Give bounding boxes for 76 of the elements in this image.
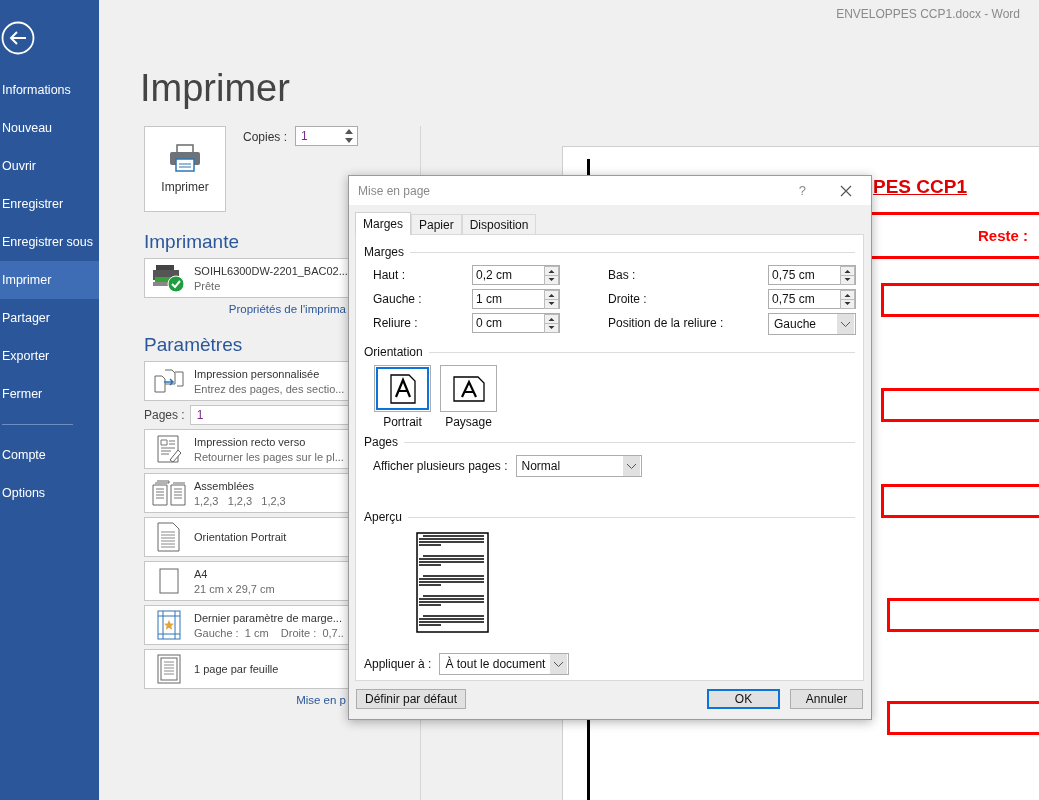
spin-field[interactable]: 1 cm — [472, 289, 560, 309]
portrait-letter-page-icon — [388, 372, 417, 405]
orientation-option[interactable] — [440, 365, 497, 412]
chevron-down-icon[interactable] — [622, 456, 640, 476]
remaining-label: Reste : — [978, 227, 1029, 244]
spinner-arrows-icon[interactable] — [344, 127, 355, 145]
field-label: Reliure : — [373, 315, 419, 332]
tab[interactable]: Papier — [411, 214, 462, 234]
sidebar-item[interactable]: Nouveau — [0, 109, 99, 147]
group-heading: Orientation — [364, 345, 423, 359]
setting-title: Orientation Portrait — [194, 531, 287, 543]
page-title: Imprimer — [140, 66, 291, 111]
tab[interactable]: Disposition — [461, 214, 537, 234]
dialog-button[interactable]: Définir par défaut — [356, 689, 467, 709]
sidebar-item[interactable]: Options — [0, 474, 99, 512]
orientation-label: Paysage — [445, 415, 492, 429]
orientation-option[interactable] — [374, 365, 431, 412]
dialog-title: Mise en page — [358, 183, 432, 198]
printer-status: Prête — [194, 279, 222, 292]
tab[interactable]: Marges — [355, 212, 411, 235]
sidebar-item[interactable]: Partager — [0, 299, 99, 337]
chevron-down-icon[interactable] — [837, 314, 854, 334]
print-button[interactable]: Imprimer — [144, 126, 226, 212]
setting-title: 1 page par feuille — [194, 663, 279, 675]
spin-field[interactable]: 0,2 cm — [472, 265, 560, 285]
dropdown[interactable]: À tout le document — [439, 653, 570, 675]
document-heading: PES CCP1 — [873, 176, 967, 198]
spinner-arrows-icon[interactable] — [840, 265, 855, 285]
copies-label: Copies : — [243, 130, 288, 144]
setting-subtitle: 21 cm x 29,7 cm — [194, 582, 275, 595]
setting-title: Impression recto verso — [194, 435, 307, 448]
sidebar-item[interactable]: Ouvrir — [0, 147, 99, 185]
setting-title: Assemblées — [194, 479, 255, 492]
dialog-button[interactable]: Annuler — [790, 689, 863, 709]
printer-icon — [169, 144, 201, 172]
field-label: Droite : — [608, 291, 648, 308]
spinner-arrows-icon[interactable] — [840, 289, 855, 309]
field-label: Position de la reliure : — [608, 315, 725, 332]
sidebar-item[interactable]: Imprimer — [0, 261, 99, 299]
group-heading: Pages — [364, 435, 399, 449]
setting-subtitle: Entrez des pages, des sectio... — [194, 382, 345, 395]
sidebar-item[interactable]: Compte — [0, 436, 99, 474]
section-heading: Paramètres — [144, 334, 243, 356]
spinner-arrows-icon[interactable] — [544, 289, 559, 309]
setting-subtitle: Retourner les pages sur le pl... — [194, 450, 344, 463]
close-icon[interactable] — [840, 184, 852, 197]
dropdown[interactable]: Normal — [515, 455, 642, 477]
sidebar-item[interactable]: Informations — [0, 71, 99, 109]
sidebar-item[interactable]: Enregistrer sous — [0, 223, 99, 261]
pages-label: Pages : — [144, 408, 185, 422]
dropdown[interactable]: Gauche — [768, 313, 856, 335]
setting-title: A4 — [194, 567, 209, 580]
page-setup-link[interactable]: Mise en p — [296, 694, 346, 706]
spin-field[interactable]: 0,75 cm — [768, 265, 856, 285]
sidebar-item[interactable]: Exporter — [0, 337, 99, 375]
spin-field[interactable]: 0,75 cm — [768, 289, 856, 309]
spinner-arrows-icon[interactable] — [544, 313, 559, 333]
section-heading: Imprimante — [144, 231, 240, 253]
sidebar-item[interactable]: Enregistrer — [0, 185, 99, 223]
field-label: Bas : — [608, 267, 637, 284]
printer-properties-link[interactable]: Propriétés de l'imprima — [228, 303, 346, 315]
landscape-letter-page-icon — [451, 374, 486, 403]
group-heading: Marges — [364, 245, 404, 259]
window-title: ENVELOPPES CCP1.docx - Word — [836, 7, 1020, 21]
setting-subtitle: Gauche : 1 cm Droite : 0,7.. — [194, 626, 344, 639]
copies-field[interactable]: 1 — [295, 126, 359, 146]
chevron-down-icon[interactable] — [550, 654, 568, 674]
spinner-arrows-icon[interactable] — [544, 265, 559, 285]
setting-title: Impression personnalisée — [194, 367, 321, 380]
printer-name: SOIHL6300DW-2201_BAC02... — [194, 264, 348, 277]
help-button[interactable]: ? — [798, 183, 806, 198]
sidebar-item[interactable]: Fermer — [0, 375, 99, 413]
setting-title: Dernier paramètre de marge... — [194, 611, 343, 624]
spin-field[interactable]: 0 cm — [472, 313, 560, 333]
setting-subtitle: 1,2,3 1,2,3 1,2,3 — [194, 494, 286, 507]
dialog-button[interactable]: OK — [707, 689, 780, 709]
